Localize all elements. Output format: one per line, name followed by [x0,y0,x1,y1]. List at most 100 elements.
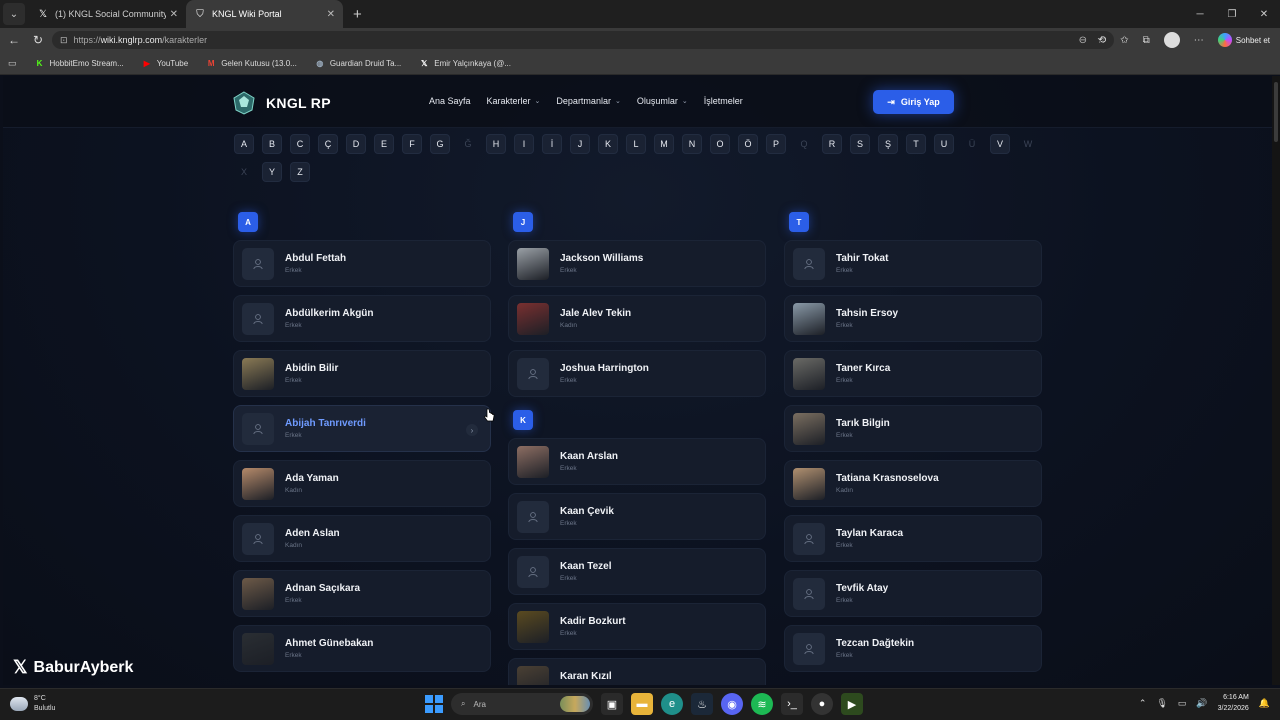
character-card[interactable]: Abdülkerim Akgün Erkek [233,295,491,342]
character-card[interactable]: Kaan Tezel Erkek [508,548,766,595]
site-logo[interactable]: KNGL RP [231,90,331,116]
letter-filter[interactable]: D [346,134,366,154]
character-card[interactable]: Joshua Harrington Erkek [508,350,766,397]
collections-icon[interactable]: ⧉ [1143,35,1150,46]
letter-filter[interactable]: O [710,134,730,154]
character-card[interactable]: Abidin Bilir Erkek [233,350,491,397]
notification-icon[interactable]: 🔔 [1259,698,1270,709]
bookmark-item[interactable]: K HobbitEmo Stream... [35,58,124,68]
bookmark-item[interactable]: M Gelen Kutusu (13.0... [206,58,297,68]
letter-filter[interactable]: A [234,134,254,154]
terminal-icon[interactable]: ›_ [781,693,803,715]
character-card[interactable]: Jackson Williams Erkek [508,240,766,287]
steam-icon[interactable]: ♨ [691,693,713,715]
character-card[interactable]: Aden Aslan Kadın [233,515,491,562]
letter-filter[interactable]: Ş [878,134,898,154]
tab-close-icon[interactable]: ✕ [170,9,178,20]
windows-start-icon[interactable] [425,695,443,713]
restore-button[interactable]: ❐ [1216,0,1248,28]
page-scrollbar[interactable] [1272,76,1280,685]
volume-icon[interactable]: 🔊 [1196,698,1207,709]
task-view-icon[interactable]: ▣ [601,693,623,715]
letter-filter[interactable]: İ [542,134,562,154]
media-app-icon[interactable]: ▶ [841,693,863,715]
character-card[interactable]: Tarık Bilgin Erkek [784,405,1042,452]
discord-icon[interactable]: ◉ [721,693,743,715]
character-card[interactable]: Ahmet Günebakan Erkek [233,625,491,672]
clock[interactable]: 6:16 AM 3/22/2026 [1218,692,1249,714]
character-card[interactable]: Taylan Karaca Erkek [784,515,1042,562]
letter-filter[interactable]: L [626,134,646,154]
character-card[interactable]: Tevfik Atay Erkek [784,570,1042,617]
letter-filter[interactable]: N [682,134,702,154]
letter-filter[interactable]: U [934,134,954,154]
letter-filter[interactable]: T [906,134,926,154]
character-card[interactable]: Taner Kırca Erkek [784,350,1042,397]
letter-filter[interactable]: G [430,134,450,154]
letter-filter[interactable]: V [990,134,1010,154]
character-card[interactable]: Karan KızılErkek [508,658,766,685]
character-card[interactable]: Tahir Tokat Erkek [784,240,1042,287]
weather-widget[interactable]: 8°C Bulutlu [10,694,55,714]
character-card[interactable]: Kaan Arslan Erkek [508,438,766,485]
nav-item-1[interactable]: Karakterler ⌄ [487,96,541,106]
character-card[interactable]: Tahsin Ersoy Erkek [784,295,1042,342]
letter-filter[interactable]: S [850,134,870,154]
character-card[interactable]: Abdul Fettah Erkek [233,240,491,287]
browser-tab[interactable]: 𝕏 (1) KNGL Social Community / X ✕ [29,0,186,28]
microphone-icon[interactable]: 🎙 [1156,698,1167,709]
back-button[interactable]: ← [2,28,26,52]
favorites-icon[interactable]: ✩ [1120,35,1128,46]
nav-item-0[interactable]: Ana Sayfa [429,96,471,106]
new-tab-button[interactable]: + [353,6,362,23]
bookmark-item[interactable]: 𝕏 Emir Yalçınkaya (@... [419,58,511,68]
letter-filter[interactable]: Ç [318,134,338,154]
tab-close-icon[interactable]: ✕ [327,9,335,20]
letter-filter[interactable]: P [766,134,786,154]
refresh-button[interactable]: ↻ [26,28,50,52]
letter-filter[interactable]: B [262,134,282,154]
display-icon[interactable]: ▭ [1178,698,1187,709]
spotify-icon[interactable]: ≋ [751,693,773,715]
file-explorer-icon[interactable]: ▬ [631,693,653,715]
letter-filter[interactable]: C [290,134,310,154]
extensions-icon[interactable]: ⟲ [1098,35,1106,46]
game-launcher-icon[interactable]: ● [811,693,833,715]
character-card[interactable]: Jale Alev Tekin Kadın [508,295,766,342]
character-card[interactable]: Adnan Saçıkara Erkek [233,570,491,617]
character-card[interactable]: Abijah Tanrıverdi Erkek › [233,405,491,452]
nav-item-4[interactable]: İşletmeler [704,96,743,106]
login-button[interactable]: ⇥ Giriş Yap [873,90,954,114]
copilot-button[interactable]: Sohbet et [1217,33,1270,47]
character-card[interactable]: Kaan Çevik Erkek [508,493,766,540]
minimize-button[interactable]: ─ [1184,0,1216,28]
nav-item-3[interactable]: Oluşumlar ⌄ [637,96,688,106]
letter-filter[interactable]: F [402,134,422,154]
url-field[interactable]: ⊡ https://wiki.knglrp.com/karakterler ⊖ … [52,31,1114,49]
character-card[interactable]: Tezcan Dağtekin Erkek [784,625,1042,672]
nav-item-2[interactable]: Departmanlar ⌄ [556,96,620,106]
edge-browser-icon[interactable]: e [661,693,683,715]
character-card[interactable]: Kadir Bozkurt Erkek [508,603,766,650]
letter-filter[interactable]: M [654,134,674,154]
taskbar-search[interactable]: ⌕ Ara [451,693,593,715]
letter-filter[interactable]: E [374,134,394,154]
scrollbar-thumb[interactable] [1274,82,1278,142]
letter-filter[interactable]: I [514,134,534,154]
close-window-button[interactable]: ✕ [1248,0,1280,28]
character-card[interactable]: Tatiana Krasnoselova Kadın [784,460,1042,507]
letter-filter[interactable]: Ö [738,134,758,154]
tab-actions-menu[interactable]: ⌄ [3,3,25,25]
letter-filter[interactable]: Z [290,162,310,182]
reading-view-icon[interactable]: ▭ [8,58,17,69]
letter-filter[interactable]: K [598,134,618,154]
bookmark-item[interactable]: ▶ YouTube [142,58,189,68]
tray-chevron-icon[interactable]: ⌃ [1139,698,1147,709]
letter-filter[interactable]: J [570,134,590,154]
more-menu-icon[interactable]: ⋯ [1194,35,1204,46]
bookmark-item[interactable]: ◍ Guardian Druid Ta... [315,58,401,68]
reader-mode-icon[interactable]: ⊖ [1079,35,1087,46]
profile-avatar[interactable] [1163,32,1180,48]
browser-tab[interactable]: ⛉ KNGL Wiki Portal ✕ [186,0,343,28]
character-card[interactable]: Ada Yaman Kadın [233,460,491,507]
